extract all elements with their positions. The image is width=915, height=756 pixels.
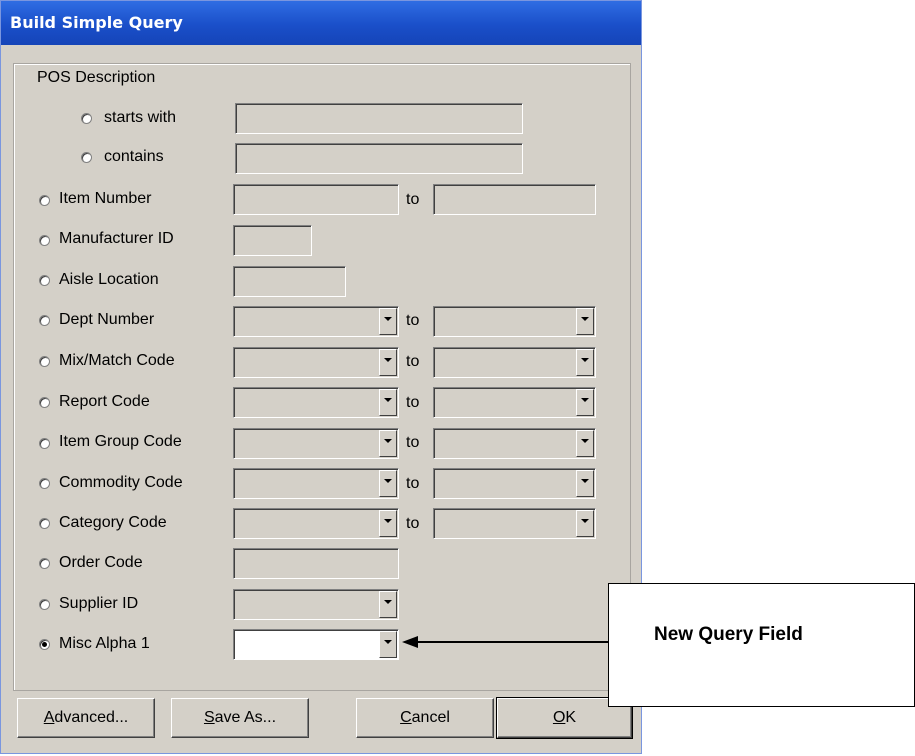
dept-number-from-select[interactable] [233, 306, 399, 337]
supplier-id-label: Supplier ID [59, 595, 139, 612]
order-code-radio[interactable] [39, 558, 50, 569]
chevron-down-icon[interactable] [379, 631, 397, 658]
chevron-down-icon[interactable] [576, 430, 594, 457]
callout-text: New Query Field [654, 624, 803, 645]
callout-arrow [402, 636, 610, 648]
starts-with-input[interactable] [235, 103, 523, 134]
manufacturer-id-radio[interactable] [39, 235, 50, 246]
chevron-down-icon[interactable] [576, 308, 594, 335]
dept-number-label: Dept Number [59, 311, 155, 328]
contains-label: contains [104, 148, 164, 165]
starts-with-label: starts with [104, 109, 177, 126]
supplier-id-select[interactable] [233, 589, 399, 620]
title-bar[interactable]: Build Simple Query [1, 1, 641, 45]
pos-description-label: POS Description [37, 69, 156, 86]
chevron-down-icon[interactable] [379, 389, 397, 416]
category-code-from-select[interactable] [233, 508, 399, 539]
dept-number-radio[interactable] [39, 315, 50, 326]
mix-match-code-to-label: to [406, 353, 420, 370]
contains-input[interactable] [235, 143, 523, 174]
manufacturer-id-input[interactable] [233, 225, 312, 256]
report-code-from-select[interactable] [233, 387, 399, 418]
supplier-id-radio[interactable] [39, 599, 50, 610]
commodity-code-radio[interactable] [39, 478, 50, 489]
item-group-code-label: Item Group Code [59, 433, 182, 450]
item-group-code-to-label: to [406, 434, 420, 451]
item-number-to-input[interactable] [433, 184, 596, 215]
item-number-label: Item Number [59, 190, 152, 207]
chevron-down-icon[interactable] [379, 430, 397, 457]
advanced-button-label: Advanced... [43, 709, 129, 726]
chevron-down-icon[interactable] [379, 308, 397, 335]
order-code-label: Order Code [59, 554, 143, 571]
chevron-down-icon[interactable] [379, 510, 397, 537]
misc-alpha-1-select[interactable] [233, 629, 399, 660]
order-code-input[interactable] [233, 548, 399, 579]
commodity-code-label: Commodity Code [59, 474, 183, 491]
aisle-location-input[interactable] [233, 266, 346, 297]
item-number-from-input[interactable] [233, 184, 399, 215]
dept-number-to-select[interactable] [433, 306, 596, 337]
category-code-to-label: to [406, 515, 420, 532]
item-group-code-to-select[interactable] [433, 428, 596, 459]
item-group-code-from-select[interactable] [233, 428, 399, 459]
report-code-to-label: to [406, 394, 420, 411]
chevron-down-icon[interactable] [379, 349, 397, 376]
misc-alpha-1-radio[interactable] [39, 639, 50, 650]
cancel-button[interactable]: Cancel [356, 698, 494, 738]
item-number-to-label: to [406, 191, 420, 208]
chevron-down-icon[interactable] [576, 470, 594, 497]
window-title: Build Simple Query [10, 13, 183, 32]
aisle-location-radio[interactable] [39, 275, 50, 286]
report-code-radio[interactable] [39, 397, 50, 408]
chevron-down-icon[interactable] [576, 389, 594, 416]
cancel-button-label: Cancel [400, 709, 450, 726]
misc-alpha-1-label: Misc Alpha 1 [59, 635, 150, 652]
report-code-label: Report Code [59, 393, 150, 410]
save-as-button[interactable]: Save As... [171, 698, 309, 738]
contains-radio[interactable] [81, 152, 92, 163]
commodity-code-from-select[interactable] [233, 468, 399, 499]
chevron-down-icon[interactable] [379, 591, 397, 618]
new-query-field-callout: New Query Field [608, 583, 915, 707]
mix-match-code-label: Mix/Match Code [59, 352, 175, 369]
mix-match-code-from-select[interactable] [233, 347, 399, 378]
item-number-radio[interactable] [39, 195, 50, 206]
category-code-to-select[interactable] [433, 508, 596, 539]
advanced-button[interactable]: Advanced... [17, 698, 155, 738]
mix-match-code-radio[interactable] [39, 356, 50, 367]
manufacturer-id-label: Manufacturer ID [59, 230, 174, 247]
chevron-down-icon[interactable] [379, 470, 397, 497]
item-group-code-radio[interactable] [39, 438, 50, 449]
save-as-button-label: Save As... [203, 709, 277, 726]
starts-with-radio[interactable] [81, 113, 92, 124]
ok-button-label: OK [552, 709, 577, 726]
aisle-location-label: Aisle Location [59, 271, 159, 288]
dept-number-to-label: to [406, 312, 420, 329]
category-code-radio[interactable] [39, 518, 50, 529]
commodity-code-to-select[interactable] [433, 468, 596, 499]
commodity-code-to-label: to [406, 475, 420, 492]
mix-match-code-to-select[interactable] [433, 347, 596, 378]
chevron-down-icon[interactable] [576, 510, 594, 537]
chevron-down-icon[interactable] [576, 349, 594, 376]
category-code-label: Category Code [59, 514, 167, 531]
report-code-to-select[interactable] [433, 387, 596, 418]
